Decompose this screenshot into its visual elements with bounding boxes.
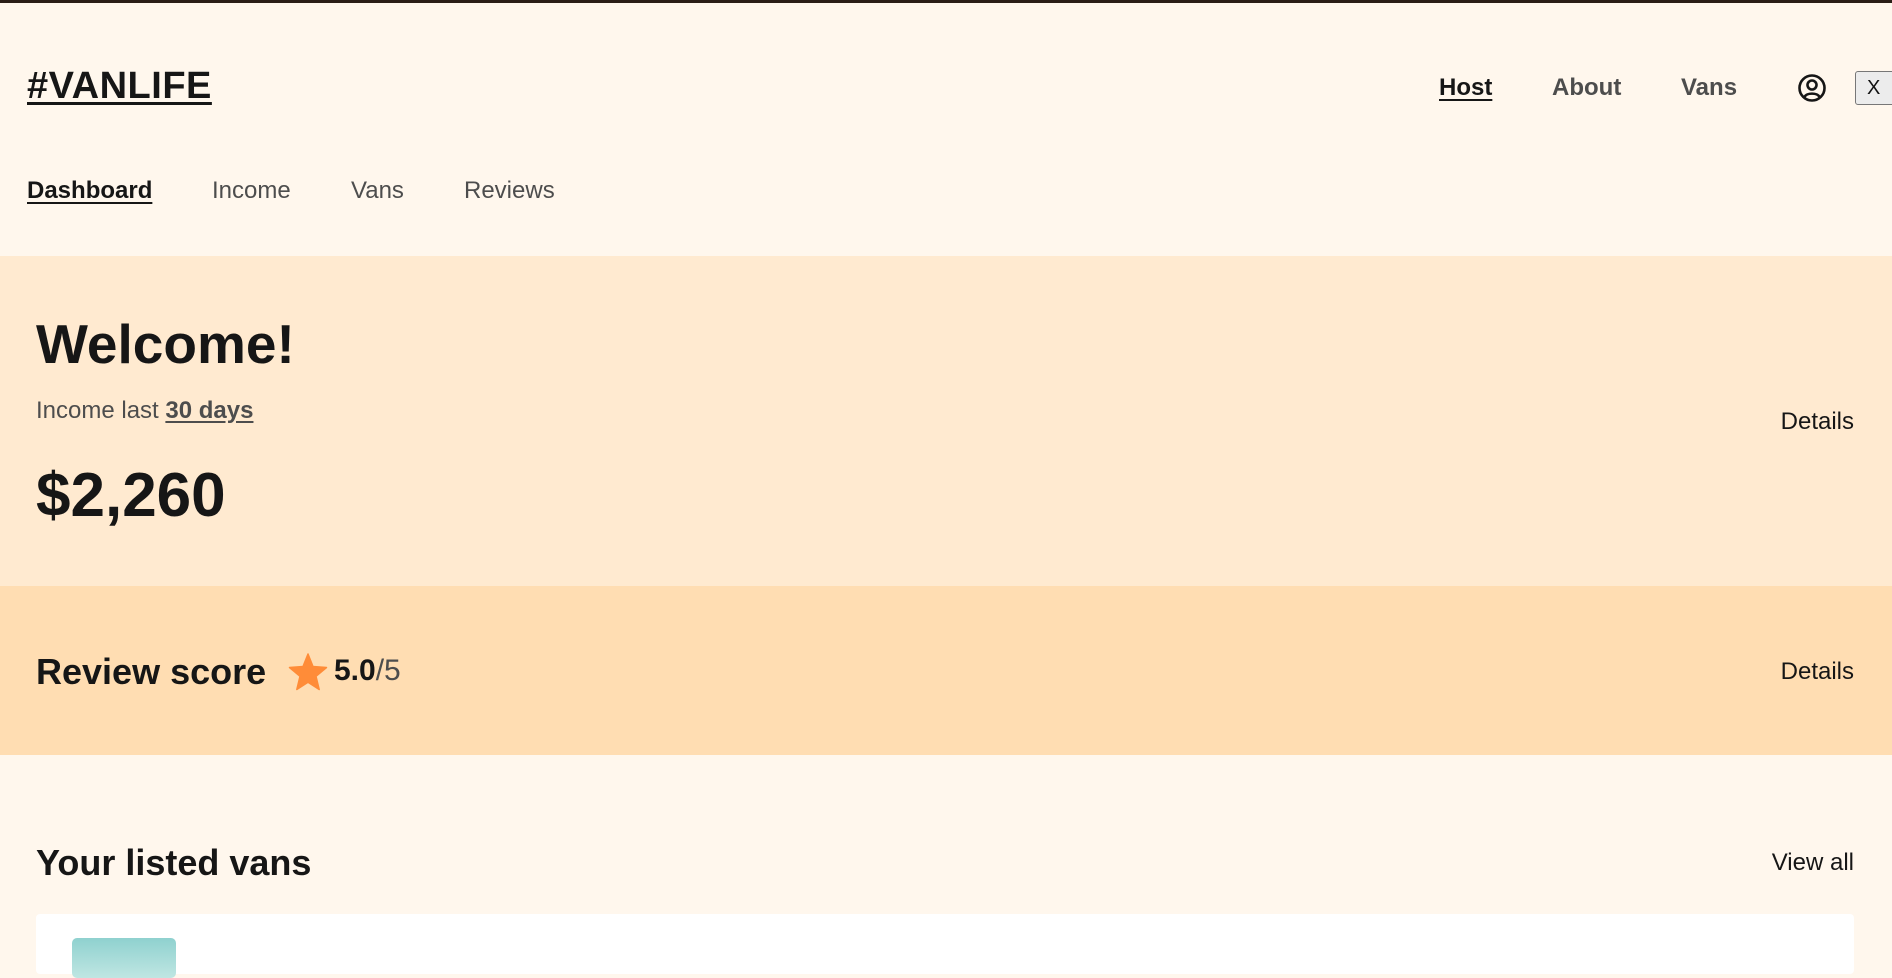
close-button[interactable]: X bbox=[1855, 71, 1892, 105]
income-amount: $2,260 bbox=[36, 461, 226, 530]
review-section: Review score 5.0/5 Details bbox=[0, 586, 1892, 755]
review-details-link[interactable]: Details bbox=[1781, 658, 1854, 686]
van-thumbnail bbox=[72, 938, 176, 978]
nav-host-link[interactable]: Host bbox=[1439, 74, 1492, 102]
host-nav-vans[interactable]: Vans bbox=[351, 177, 404, 205]
welcome-section: Welcome! Income last 30 days $2,260 Deta… bbox=[0, 256, 1892, 586]
listed-vans-section: Your listed vans View all bbox=[0, 755, 1892, 978]
star-icon bbox=[288, 652, 328, 692]
nav-about-link[interactable]: About bbox=[1552, 74, 1621, 102]
review-score-max: /5 bbox=[375, 654, 401, 687]
income-details-link[interactable]: Details bbox=[1781, 408, 1854, 436]
review-score: 5.0/5 bbox=[334, 654, 401, 688]
host-nav-reviews[interactable]: Reviews bbox=[464, 177, 555, 205]
user-avatar-icon[interactable] bbox=[1797, 73, 1827, 103]
listed-vans-title: Your listed vans bbox=[36, 842, 312, 883]
van-card[interactable] bbox=[36, 914, 1854, 978]
view-all-link[interactable]: View all bbox=[1772, 849, 1854, 877]
host-nav-income[interactable]: Income bbox=[212, 177, 291, 205]
review-score-value: 5.0 bbox=[334, 654, 376, 687]
welcome-title: Welcome! bbox=[36, 313, 295, 375]
site-header: #VANLIFE Host About Vans X bbox=[0, 3, 1892, 170]
income-prefix: Income last bbox=[36, 397, 159, 424]
income-period-link[interactable]: 30 days bbox=[165, 397, 253, 424]
logo-link[interactable]: #VANLIFE bbox=[27, 65, 212, 108]
income-summary: Income last 30 days bbox=[36, 397, 253, 425]
host-nav: Dashboard Income Vans Reviews bbox=[0, 177, 1892, 207]
nav-vans-link[interactable]: Vans bbox=[1681, 74, 1737, 102]
host-nav-dashboard[interactable]: Dashboard bbox=[27, 177, 152, 205]
review-score-title: Review score bbox=[36, 651, 267, 692]
